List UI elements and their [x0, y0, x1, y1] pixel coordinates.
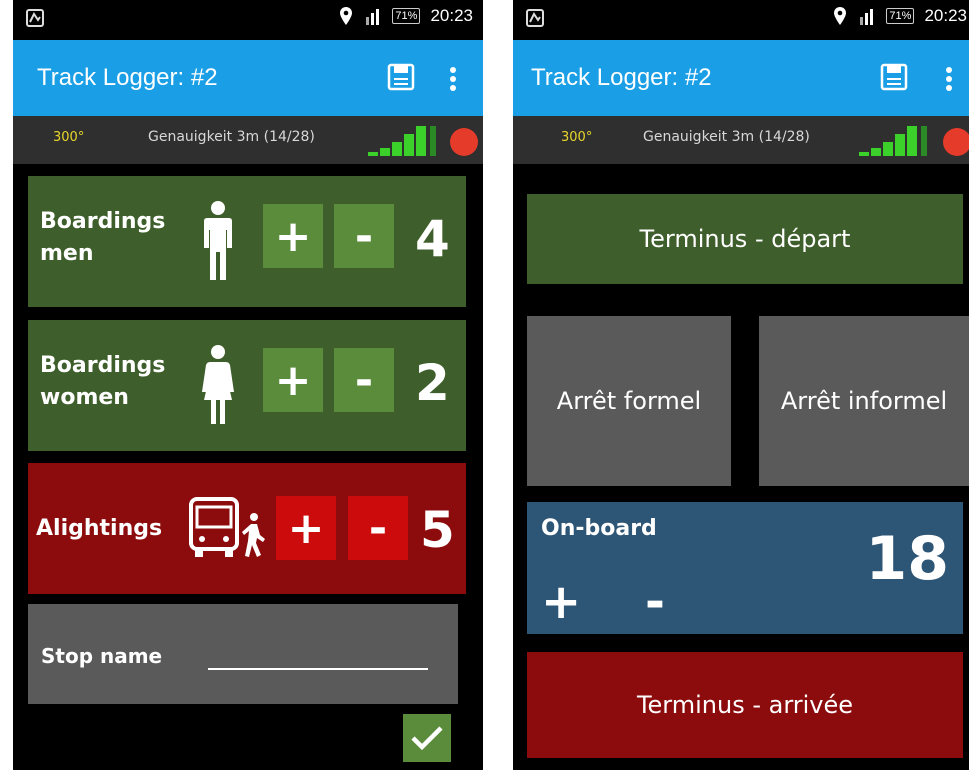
- onboard-panel: On-board + - 18: [527, 502, 963, 634]
- left-phone-screen: 71% 20:23 Track Logger: #2 300° Genauigk…: [13, 0, 483, 770]
- woman-icon: [202, 345, 234, 424]
- gps-status-bar: 300° Genauigkeit 3m (14/28): [13, 116, 483, 164]
- alightings-minus-button[interactable]: -: [348, 496, 408, 560]
- app-bar: Track Logger: #2: [513, 40, 969, 116]
- arret-informel-button[interactable]: Arrêt informel: [759, 316, 969, 486]
- bus-pedestrian-icon: [189, 497, 265, 557]
- record-indicator[interactable]: [450, 128, 478, 156]
- terminus-arrivee-button[interactable]: Terminus - arrivée: [527, 652, 963, 758]
- terminus-depart-button[interactable]: Terminus - départ: [527, 194, 963, 284]
- boardings-women-label-1: Boardings: [40, 353, 166, 378]
- boardings-men-panel: Boardings men + - 4: [28, 176, 466, 307]
- gps-accuracy: Genauigkeit 3m (14/28): [643, 129, 810, 145]
- clock: 20:23: [924, 6, 967, 25]
- stop-name-panel: Stop name: [28, 604, 458, 704]
- checkmark-icon: [411, 726, 443, 751]
- signal-icon: [366, 9, 380, 25]
- overflow-menu-icon[interactable]: [449, 66, 457, 92]
- boardings-men-label-1: Boardings: [40, 209, 166, 234]
- onboard-minus-button[interactable]: -: [645, 574, 665, 630]
- stop-name-input[interactable]: [208, 668, 428, 670]
- onboard-label: On-board: [541, 516, 657, 541]
- location-pin-icon: [834, 7, 847, 25]
- gps-heading: 300°: [561, 130, 593, 145]
- arret-formel-button[interactable]: Arrêt formel: [527, 316, 731, 486]
- gps-status-bar: 300° Genauigkeit 3m (14/28): [513, 116, 969, 164]
- record-indicator[interactable]: [943, 128, 969, 156]
- boardings-women-panel: Boardings women + - 2: [28, 320, 466, 451]
- boardings-men-minus-button[interactable]: -: [334, 204, 394, 268]
- signal-icon: [860, 9, 874, 25]
- app-bar: Track Logger: #2: [13, 40, 483, 116]
- save-icon[interactable]: [386, 62, 416, 92]
- boardings-women-minus-button[interactable]: -: [334, 348, 394, 412]
- onboard-count: 18: [865, 524, 950, 594]
- clock: 20:23: [430, 6, 473, 25]
- man-icon: [204, 201, 232, 280]
- stop-name-label: Stop name: [41, 644, 163, 668]
- location-pin-icon: [340, 7, 353, 25]
- gps-heading: 300°: [53, 130, 85, 145]
- boardings-men-plus-button[interactable]: +: [263, 204, 323, 268]
- alightings-label: Alightings: [36, 516, 163, 541]
- boardings-women-plus-button[interactable]: +: [263, 348, 323, 412]
- gps-signal-bars-icon: [859, 126, 927, 156]
- gps-signal-bars-icon: [368, 126, 436, 156]
- status-bar: 71% 20:23: [13, 0, 483, 40]
- alightings-plus-button[interactable]: +: [276, 496, 336, 560]
- gps-accuracy: Genauigkeit 3m (14/28): [148, 129, 315, 145]
- alightings-panel: Alightings + - 5: [28, 463, 466, 594]
- boardings-men-count: 4: [415, 210, 450, 268]
- app-title: Track Logger: #2: [531, 64, 712, 91]
- overflow-menu-icon[interactable]: [945, 66, 953, 92]
- boardings-women-label-2: women: [40, 385, 129, 410]
- boardings-men-label-2: men: [40, 241, 94, 266]
- battery-indicator: 71%: [392, 8, 421, 24]
- app-title: Track Logger: #2: [37, 64, 218, 91]
- save-icon[interactable]: [879, 62, 909, 92]
- app-notification-icon: [26, 9, 44, 27]
- app-notification-icon: [526, 9, 544, 27]
- alightings-count: 5: [420, 501, 455, 559]
- right-phone-screen: 71% 20:23 Track Logger: #2 300° Genauigk…: [513, 0, 969, 770]
- status-bar: 71% 20:23: [513, 0, 969, 40]
- onboard-plus-button[interactable]: +: [541, 574, 581, 630]
- boardings-women-count: 2: [415, 354, 450, 412]
- confirm-button[interactable]: [403, 714, 451, 762]
- battery-indicator: 71%: [886, 8, 915, 24]
